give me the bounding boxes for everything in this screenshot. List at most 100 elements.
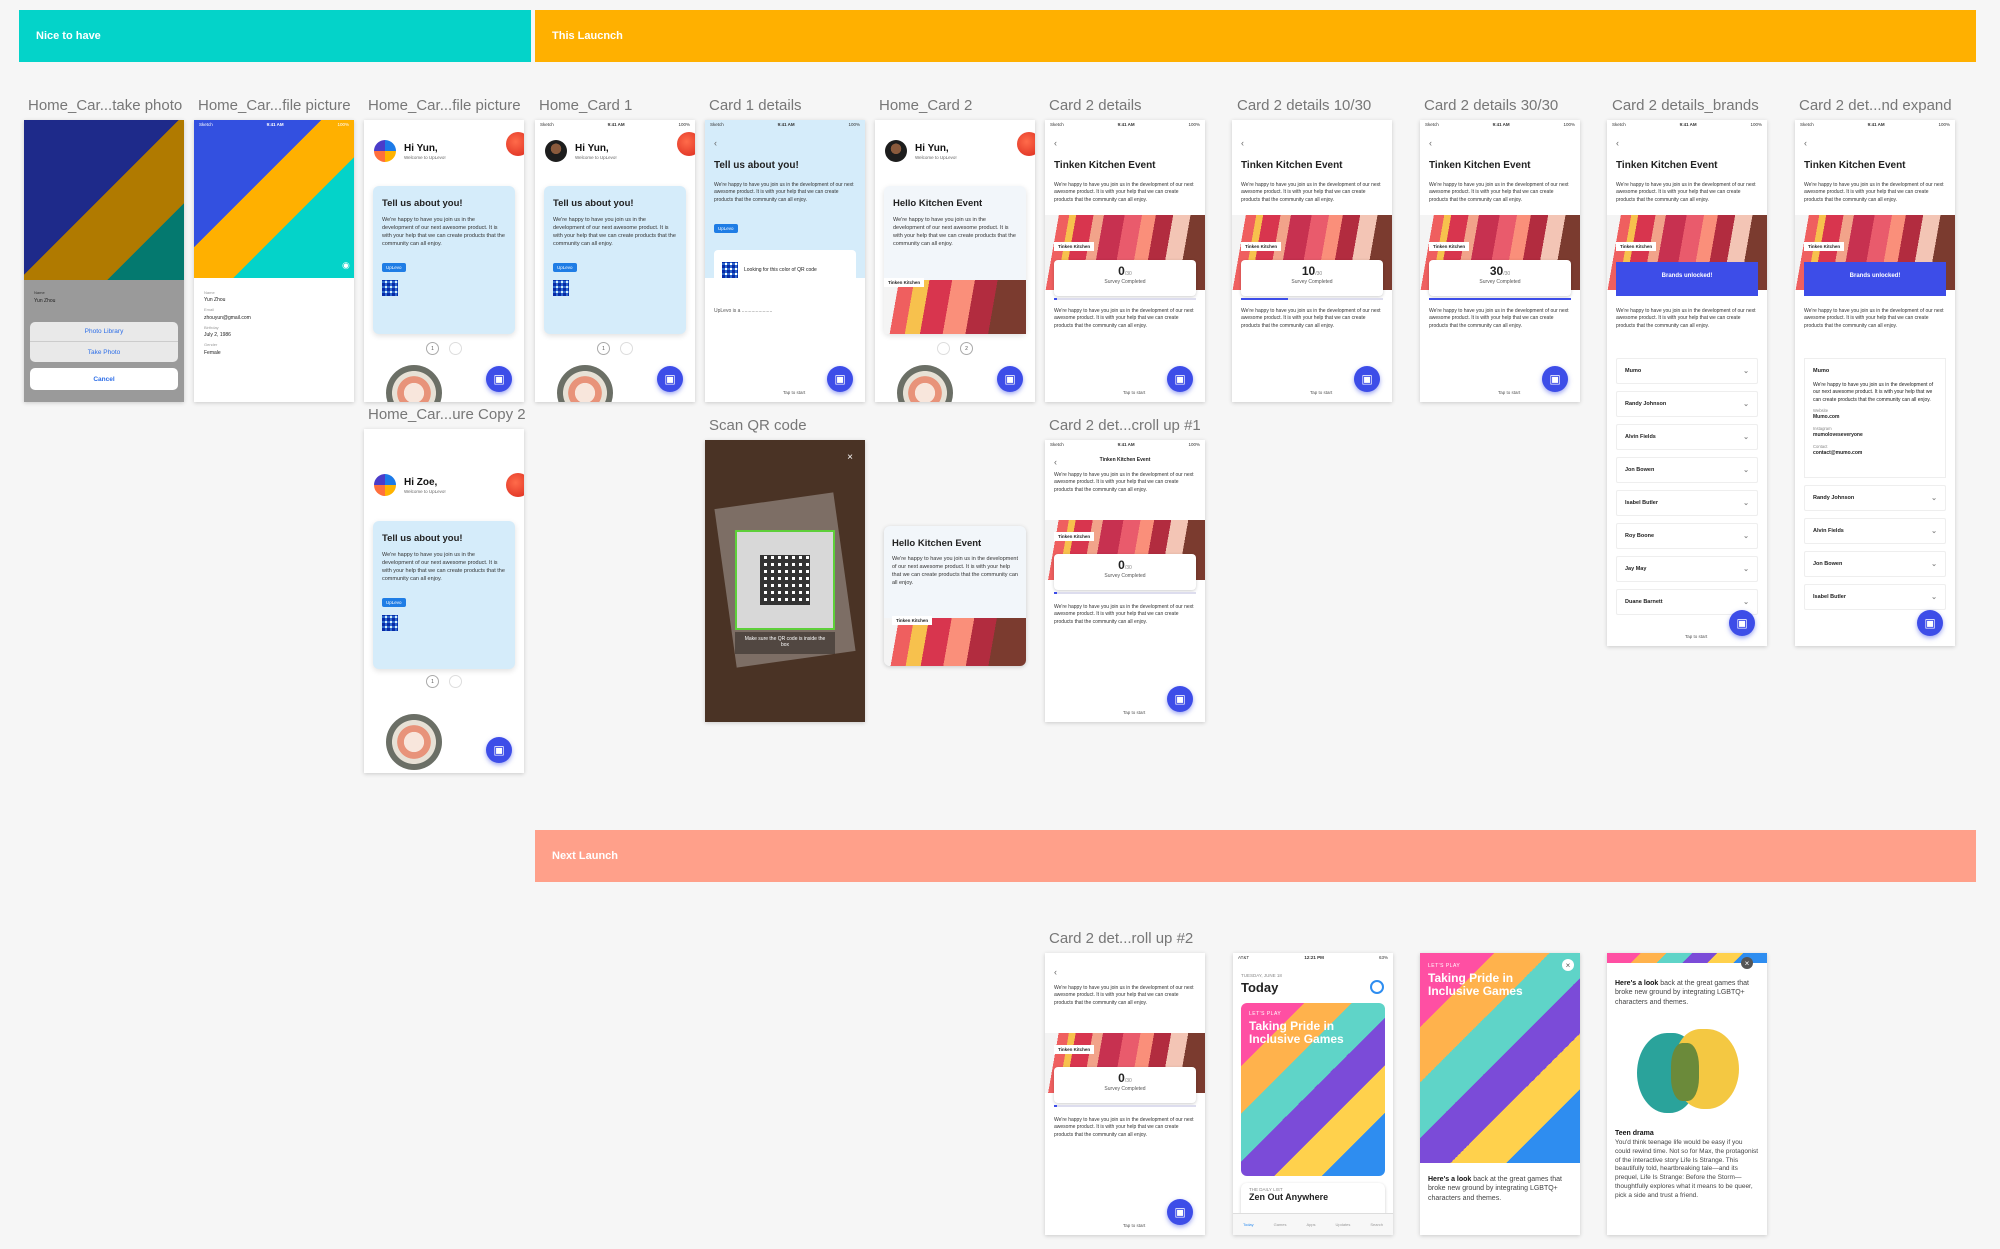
instagram-value[interactable]: mumoloveseveryone <box>1813 432 1937 440</box>
scan-button[interactable]: ▣ <box>486 737 512 763</box>
scan-button[interactable]: ▣ <box>1354 366 1380 392</box>
artboard-card-2-details-30[interactable]: Sketch 9:41 AM 100% ‹ Tinken Kitchen Event… <box>1420 120 1580 402</box>
intro-card[interactable]: Tell us about you! We're happy to have yo… <box>544 186 686 334</box>
artboard-card-2-details-10[interactable]: ‹ Tinken Kitchen Event We're happy to ha… <box>1232 120 1392 402</box>
page-dot[interactable] <box>449 342 462 355</box>
artboard-label[interactable]: Card 2 details 30/30 <box>1424 97 1558 114</box>
artboard-label[interactable]: Home_Card 2 <box>879 97 972 114</box>
artboard-label[interactable]: Card 2 details <box>1049 97 1142 114</box>
brand-item[interactable]: Jay May <box>1616 556 1758 582</box>
camera-icon[interactable]: ◉ <box>342 260 350 271</box>
artboard-scroll-up-2[interactable]: ‹ We're happy to have you join us in the… <box>1045 953 1205 1235</box>
avatar[interactable] <box>545 140 567 162</box>
artboard-label[interactable]: Card 2 det...roll up #2 <box>1049 930 1193 947</box>
artboard-take-photo[interactable]: Name Yun Zhou Photo Library Take Photo C… <box>24 120 184 402</box>
artboard-label[interactable]: Card 2 details 10/30 <box>1237 97 1371 114</box>
brand-item[interactable]: Jon Bowen <box>1616 457 1758 483</box>
scan-button[interactable]: ▣ <box>1729 610 1755 636</box>
scan-button[interactable]: ▣ <box>1542 366 1568 392</box>
intro-card[interactable]: Tell us about you! We're happy to have yo… <box>373 521 515 669</box>
close-icon[interactable]: × <box>847 452 853 463</box>
brand-item[interactable]: Roy Boone <box>1616 523 1758 549</box>
artboard-scan-qr[interactable]: × Make sure the QR code is inside the bo… <box>705 440 865 722</box>
artboard-scroll-up-1[interactable]: Sketch 9:41 AM 100% ‹ Tinken Kitchen Event… <box>1045 440 1205 722</box>
artboard-home-card-1[interactable]: Sketch 9:41 AM 100% Hi Yun, Welcome to UpLe… <box>535 120 695 402</box>
page-dot[interactable]: 1 <box>597 342 610 355</box>
back-icon[interactable]: ‹ <box>1616 138 1619 148</box>
scan-button[interactable]: ▣ <box>486 366 512 392</box>
page-dot[interactable] <box>620 342 633 355</box>
close-icon[interactable]: × <box>1741 957 1753 969</box>
back-icon[interactable]: ‹ <box>1241 138 1244 148</box>
artboard-label[interactable]: Home_Car...file picture <box>198 97 351 114</box>
avatar[interactable] <box>885 140 907 162</box>
back-icon[interactable]: ‹ <box>1054 138 1057 148</box>
tab-updates[interactable]: Updates <box>1336 1222 1351 1227</box>
scan-button[interactable]: ▣ <box>657 366 683 392</box>
pager[interactable]: 1 <box>426 342 462 355</box>
intro-card[interactable]: Tell us about you! We're happy to have yo… <box>373 186 515 334</box>
brand-item[interactable]: Isabel Butler <box>1616 490 1758 516</box>
brand-item[interactable]: Jon Bowen <box>1804 551 1946 577</box>
scan-button[interactable]: ▣ <box>1917 610 1943 636</box>
page-dot[interactable] <box>449 675 462 688</box>
scan-button[interactable]: ▣ <box>1167 366 1193 392</box>
back-icon[interactable]: ‹ <box>1054 967 1057 977</box>
artboard-card-2-details[interactable]: Sketch 9:41 AM 100% ‹ Tinken Kitchen Event… <box>1045 120 1205 402</box>
brand-item[interactable]: Alvin Fields <box>1616 424 1758 450</box>
artboard-home-card-2[interactable]: Hi Yun, Welcome to UpLevo! Hello Kitchen … <box>875 120 1035 402</box>
brand-item[interactable]: Alvin Fields <box>1804 518 1946 544</box>
artboard-label[interactable]: Home_Car...file picture <box>368 97 521 114</box>
back-icon[interactable]: ‹ <box>714 138 717 148</box>
artboard-appstore-story[interactable]: × LET'S PLAY Taking Pride in Inclusive G… <box>1420 953 1580 1235</box>
kitchen-card-floating[interactable]: Hello Kitchen Event We're happy to have … <box>884 526 1026 666</box>
scan-button[interactable]: ▣ <box>827 366 853 392</box>
brand-item[interactable]: Isabel Butler <box>1804 584 1946 610</box>
artboard-label[interactable]: Scan QR code <box>709 417 807 434</box>
close-icon[interactable]: × <box>1562 959 1574 971</box>
avatar[interactable] <box>374 474 396 496</box>
scan-button[interactable]: ▣ <box>1167 1199 1193 1225</box>
tab-search[interactable]: Search <box>1370 1222 1383 1227</box>
cancel-button[interactable]: Cancel <box>30 368 178 390</box>
page-dot[interactable] <box>937 342 950 355</box>
brands-unlocked-banner[interactable]: Brands unlocked! <box>1804 262 1946 296</box>
artboard-card-1-details[interactable]: Sketch 9:41 AM 100% ‹ Tell us about you! W… <box>705 120 865 402</box>
website-value[interactable]: Mumo.com <box>1813 414 1937 422</box>
tab-apps[interactable]: Apps <box>1306 1222 1315 1227</box>
page-dot[interactable]: 1 <box>426 675 439 688</box>
pager[interactable]: 1 <box>426 675 462 688</box>
artboard-label[interactable]: Home_Card 1 <box>539 97 632 114</box>
artboard-label[interactable]: Card 1 details <box>709 97 802 114</box>
brands-unlocked-banner[interactable]: Brands unlocked! <box>1616 262 1758 296</box>
pager[interactable]: 1 <box>597 342 633 355</box>
scan-button[interactable]: ▣ <box>997 366 1023 392</box>
pager[interactable]: 2 <box>937 342 973 355</box>
back-icon[interactable]: ‹ <box>1429 138 1432 148</box>
artboard-home-card-zoe[interactable]: Hi Zoe, Welcome to UpLevo! Tell us about … <box>364 429 524 773</box>
tab-today[interactable]: Today <box>1243 1222 1254 1227</box>
brand-item[interactable]: Randy Johnson <box>1616 391 1758 417</box>
artboard-label[interactable]: Card 2 det...nd expand <box>1799 97 1952 114</box>
artboard-card-2-brand-expand[interactable]: Sketch 9:41 AM 100% ‹ Tinken Kitchen Event… <box>1795 120 1955 646</box>
back-icon[interactable]: ‹ <box>1804 138 1807 148</box>
brand-item[interactable]: Randy Johnson <box>1804 485 1946 511</box>
artboard-appstore-article[interactable]: × Here's a look back at the great games … <box>1607 953 1767 1235</box>
artboard-appstore-today[interactable]: AT&T 12:21 PM 63% TUESDAY, JUNE 18 Today L… <box>1233 953 1393 1235</box>
page-dot[interactable]: 1 <box>426 342 439 355</box>
avatar[interactable] <box>374 140 396 162</box>
avatar[interactable] <box>1370 980 1384 994</box>
page-dot[interactable]: 2 <box>960 342 973 355</box>
artboard-label[interactable]: Home_Car...ure Copy 2 <box>368 406 526 423</box>
artboard-label[interactable]: Card 2 det...croll up #1 <box>1049 417 1201 434</box>
artboard-label[interactable]: Card 2 details_brands <box>1612 97 1759 114</box>
scan-button[interactable]: ▣ <box>1167 686 1193 712</box>
brand-expanded[interactable]: Mumo We're happy to have you join us in … <box>1804 358 1946 478</box>
artboard-label[interactable]: Home_Car...take photo <box>28 97 182 114</box>
brand-item[interactable]: Mumo <box>1616 358 1758 384</box>
take-photo-button[interactable]: Take Photo <box>30 342 178 362</box>
artboard-home-card-profile[interactable]: Hi Yun, Welcome to UpLevo! Tell us about … <box>364 120 524 402</box>
artboard-profile-picture[interactable]: Sketch 9:41 AM 100% ◉ Name Yun Zhou Email … <box>194 120 354 402</box>
photo-library-button[interactable]: Photo Library <box>30 322 178 342</box>
contact-value[interactable]: contact@mumo.com <box>1813 450 1937 458</box>
